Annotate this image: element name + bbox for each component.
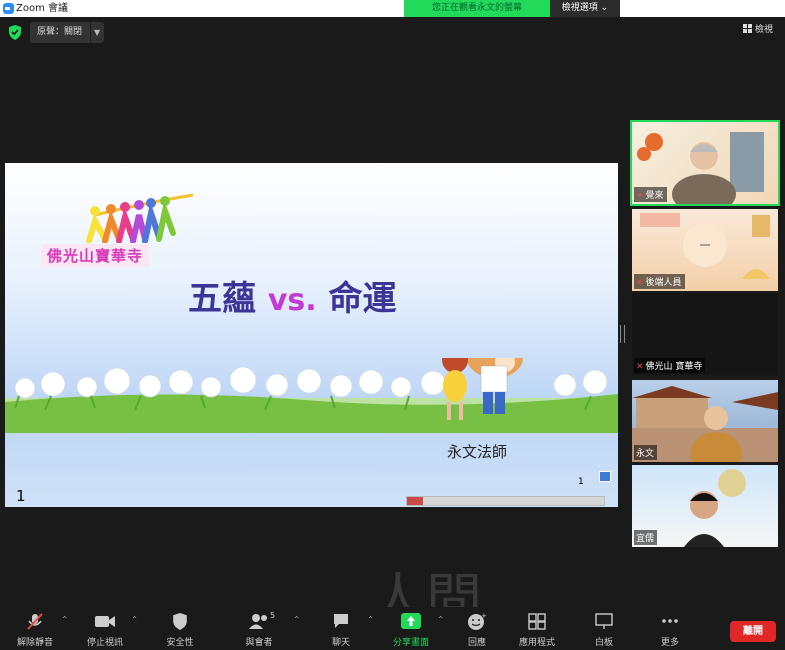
muted-mic-icon: ✕ <box>636 362 644 372</box>
reactions-label: 回應 <box>467 638 486 648</box>
window-titlebar: Zoom 會議 <box>0 0 785 17</box>
chevron-up-icon[interactable]: ⌃ <box>367 615 374 624</box>
chevron-down-icon[interactable]: ▼ <box>94 22 100 43</box>
participants-button[interactable]: 5 ⌃ 與會者 <box>226 611 300 648</box>
whiteboard-icon <box>571 613 637 631</box>
more-button[interactable]: 更多 <box>637 613 703 648</box>
apps-label: 應用程式 <box>518 638 555 648</box>
meeting-toolbar: ⌃ 解除靜音 ⌃ 停止視訊 安全性 5 ⌃ 與會者 ⌃ 聊天 ⌃ 分享畫面 + … <box>0 607 785 650</box>
participant-tile[interactable]: ✕ 後端人員 <box>632 209 778 291</box>
original-sound-label: 原聲：關閉 <box>37 27 83 37</box>
slide-title-part1: 五蘊 <box>188 279 256 319</box>
grid-icon <box>743 24 752 33</box>
chevron-up-icon[interactable]: ⌃ <box>293 615 300 624</box>
security-shield-icon[interactable] <box>8 25 22 40</box>
smiley-plus-icon: + <box>444 612 510 631</box>
zoom-logo-icon <box>3 3 14 14</box>
share-screen-icon <box>378 613 444 631</box>
participant-tile[interactable]: ✕ 佛光山 寶華寺 <box>632 293 778 375</box>
participant-name-label: 宜儒 <box>634 530 658 545</box>
more-dots-icon <box>637 613 703 631</box>
chat-button[interactable]: ⌃ 聊天 <box>308 613 374 648</box>
muted-mic-icon: ✕ <box>636 278 644 288</box>
share-screen-label: 分享畫面 <box>392 638 429 648</box>
security-label: 安全性 <box>166 638 194 648</box>
window-title: Zoom 會議 <box>16 3 69 14</box>
scrollbar-thumb[interactable] <box>407 497 423 505</box>
reactions-button[interactable]: + 回應 <box>444 612 510 648</box>
dandelion-field-illustration <box>5 358 618 433</box>
participant-tile[interactable]: 永文 <box>632 380 778 462</box>
security-button[interactable]: 安全性 <box>147 613 213 648</box>
slide-title-vs: vs. <box>267 283 317 318</box>
share-screen-button[interactable]: ⌃ 分享畫面 <box>378 613 444 648</box>
whiteboard-label: 白板 <box>594 638 613 648</box>
chevron-up-icon[interactable]: ⌃ <box>131 615 138 624</box>
slide-title-part2: 命運 <box>328 279 397 319</box>
slide-scrollbar[interactable] <box>406 496 605 506</box>
gallery-view-button[interactable]: 檢視 <box>743 22 773 35</box>
shield-icon <box>147 613 213 631</box>
viewing-banner: 您正在觀看永文的螢幕 <box>404 0 550 17</box>
video-camera-icon <box>72 613 138 631</box>
slide-number: 1 <box>16 487 26 505</box>
participant-name-label: ✦ 覺來 <box>634 187 667 202</box>
muted-microphone-icon <box>2 613 68 631</box>
presenter-name: 永文法師 <box>447 443 508 461</box>
apps-button[interactable]: 應用程式 <box>504 613 570 648</box>
slide-title: 五蘊 vs. 命運 <box>188 271 397 320</box>
dancing-people-logo <box>86 193 194 243</box>
participant-name-label: ✕ 後端人員 <box>634 274 685 289</box>
divider <box>90 22 91 43</box>
unmute-label: 解除靜音 <box>16 638 53 648</box>
view-options-button[interactable]: 檢視選項 ⌄ <box>550 0 620 17</box>
stop-video-label: 停止視訊 <box>86 638 123 648</box>
whiteboard-button[interactable]: 白板 <box>571 613 637 648</box>
participant-name-label: 永文 <box>634 445 658 460</box>
chat-label: 聊天 <box>331 638 350 648</box>
chevron-up-icon[interactable]: ⌃ <box>61 615 68 624</box>
slideshow-icon[interactable] <box>599 471 611 482</box>
participant-name-label: ✕ 佛光山 寶華寺 <box>634 358 706 373</box>
shared-screen-slide: 佛光山寶華寺 五蘊 vs. 命運 永文法師 1 1 <box>5 163 618 507</box>
gallery-view-label: 檢視 <box>755 25 774 35</box>
slide-page-indicator: 1 <box>578 477 584 487</box>
more-label: 更多 <box>660 638 679 648</box>
unmute-button[interactable]: ⌃ 解除靜音 <box>2 613 68 648</box>
panel-resize-handle[interactable] <box>620 325 625 343</box>
leave-meeting-button[interactable]: 離開 <box>730 621 776 642</box>
participant-count: 5 <box>270 611 276 620</box>
organization-name: 佛光山寶華寺 <box>41 244 150 267</box>
participant-tile[interactable]: 宜儒 <box>632 465 778 547</box>
participants-label: 與會者 <box>245 638 273 648</box>
svg-text:+: + <box>481 613 487 620</box>
chat-bubble-icon <box>308 613 374 631</box>
pin-icon: ✦ <box>636 191 644 201</box>
apps-icon <box>504 613 570 631</box>
chevron-up-icon[interactable]: ⌃ <box>437 615 444 624</box>
original-sound-toggle[interactable]: 原聲：關閉 ▼ <box>30 22 104 43</box>
participant-tile[interactable]: ✦ 覺來 <box>630 120 780 206</box>
stop-video-button[interactable]: ⌃ 停止視訊 <box>72 613 138 648</box>
participants-icon: 5 <box>226 611 292 631</box>
